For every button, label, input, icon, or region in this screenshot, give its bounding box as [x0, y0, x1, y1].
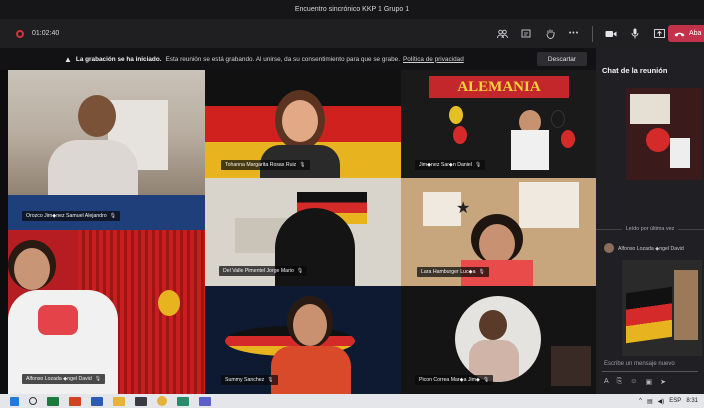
avatar [604, 243, 614, 253]
store-icon[interactable] [135, 396, 147, 406]
mic-off-icon: 🎙 [474, 162, 482, 168]
system-tray: ^ ▤ ◀) ESP 8:31 [639, 394, 698, 408]
windows-taskbar: ^ ▤ ◀) ESP 8:31 [0, 394, 704, 408]
search-icon[interactable] [29, 397, 37, 405]
chat-title: Chat de la reunión [602, 66, 668, 75]
word-icon[interactable] [91, 396, 103, 406]
attach-icon[interactable]: ⎘ [617, 378, 623, 386]
more-icon[interactable]: ••• [562, 19, 586, 48]
powerpoint-icon[interactable] [69, 396, 81, 406]
mic-off-icon: 🎙 [109, 213, 117, 219]
chat-icon[interactable] [514, 19, 538, 48]
alemania-banner: ALEMANIA [429, 76, 569, 98]
participant-name: Del Valle Pimentel Jorge Mario 🎙 [219, 266, 308, 276]
folder-icon[interactable] [113, 396, 125, 406]
teams-icon[interactable] [199, 396, 211, 406]
warning-icon: ▲ [64, 54, 72, 64]
meeting-timer: 01:02:40 [32, 30, 60, 37]
excel-icon[interactable] [47, 396, 59, 406]
network-icon[interactable]: ▤ [647, 398, 653, 405]
chevron-up-icon[interactable]: ^ [639, 398, 642, 404]
banner-title: La grabación se ha iniciado. [75, 55, 162, 63]
send-icon[interactable]: ➤ [660, 378, 666, 386]
mic-off-icon: 🎙 [267, 377, 274, 383]
video-tile[interactable]: Del Valle Pimentel Jorge Mario 🎙 [205, 178, 401, 286]
mic-off-icon: 🎙 [299, 162, 306, 168]
compose-toolbar: A ⎘ ☺ ▣ ➤ [604, 378, 666, 386]
participant-name: Lara Hamburger Luc◆a 🎙 [417, 267, 489, 277]
phone-icon [674, 32, 685, 36]
dismiss-button[interactable]: Descartar [537, 52, 587, 66]
clock[interactable]: 8:31 [686, 398, 698, 404]
people-icon[interactable] [490, 19, 514, 48]
chat-panel: Chat de la reunión Leído por última vez … [596, 48, 704, 394]
chat-image-1[interactable] [626, 88, 702, 180]
participant-name: Jim◆nez Sar◆n Daniel 🎙 [415, 160, 486, 170]
message-input[interactable]: Escribe un mensaje nuevo [602, 358, 698, 372]
video-tile[interactable]: Orozco Jim◆nez Samuel Alejandro 🎙 [8, 70, 205, 230]
video-tile[interactable]: ALEMANIA Jim◆nez Sar◆n Daniel 🎙 [401, 70, 596, 178]
language-indicator[interactable]: ESP [669, 398, 681, 404]
recording-icon [16, 29, 24, 38]
participant-name: Tohanna Margarita Rosas Ruiz 🎙 [221, 160, 310, 170]
mic-off-icon: 🎙 [478, 269, 485, 275]
chat-author: Alfonso Lozada ◆ngel David [618, 246, 684, 252]
video-tile[interactable]: Alfonso Lozada ◆ngel David 🎙 [8, 230, 205, 394]
video-tile[interactable]: Summy Sanchez 🎙 [205, 286, 401, 394]
mic-icon[interactable] [623, 19, 647, 48]
recording-banner: ▲ La grabación se ha iniciado. Esta reun… [0, 48, 596, 70]
privacy-link[interactable]: Política de privacidad [403, 56, 464, 63]
title-bar: Encuentro sincrónico KKP 1 Grupo 1 [0, 0, 704, 19]
chrome-icon[interactable] [157, 396, 167, 406]
meeting-toolbar: 01:02:40 ••• [0, 19, 704, 48]
video-tile[interactable]: Tohanna Margarita Rosas Ruiz 🎙 [205, 70, 401, 178]
chat-image-2[interactable] [622, 260, 702, 356]
participant-name: Summy Sanchez 🎙 [221, 375, 278, 385]
mic-off-icon: 🎙 [94, 376, 102, 382]
participant-name: Alfonso Lozada ◆ngel David 🎙 [22, 374, 106, 384]
mic-off-icon: 🎙 [483, 377, 490, 383]
banner-text: Esta reunión se está grabando. Al unirse… [165, 55, 400, 63]
leave-label: Aba [689, 30, 702, 37]
teams-meeting-window: Encuentro sincrónico KKP 1 Grupo 1 01:02… [0, 0, 704, 408]
window-title: Encuentro sincrónico KKP 1 Grupo 1 [294, 6, 410, 13]
volume-icon[interactable]: ◀) [658, 398, 665, 405]
last-read-divider: Leído por última vez [596, 226, 704, 232]
format-icon[interactable]: A [604, 378, 609, 386]
camera-icon[interactable] [599, 19, 623, 48]
participant-name: Picon Correa Mar◆a Jim◆ 🎙 [415, 375, 494, 385]
toolbar-divider [592, 25, 593, 42]
toolbar-controls: ••• [490, 19, 671, 48]
participant-name: Orozco Jim◆nez Samuel Alejandro 🎙 [22, 211, 121, 221]
star-decoration: ★ [456, 200, 471, 217]
emoji-icon[interactable]: ☺ [630, 378, 637, 386]
leave-button[interactable]: Aba [668, 25, 704, 42]
mic-off-icon: 🎙 [296, 268, 304, 274]
app-icon[interactable] [177, 396, 189, 406]
raise-hand-icon[interactable] [538, 19, 562, 48]
start-icon[interactable] [10, 396, 19, 406]
video-tile[interactable]: ★ Lara Hamburger Luc◆a 🎙 [401, 178, 596, 286]
video-tile[interactable]: Picon Correa Mar◆a Jim◆ 🎙 [401, 286, 596, 394]
gif-icon[interactable]: ▣ [645, 378, 652, 386]
